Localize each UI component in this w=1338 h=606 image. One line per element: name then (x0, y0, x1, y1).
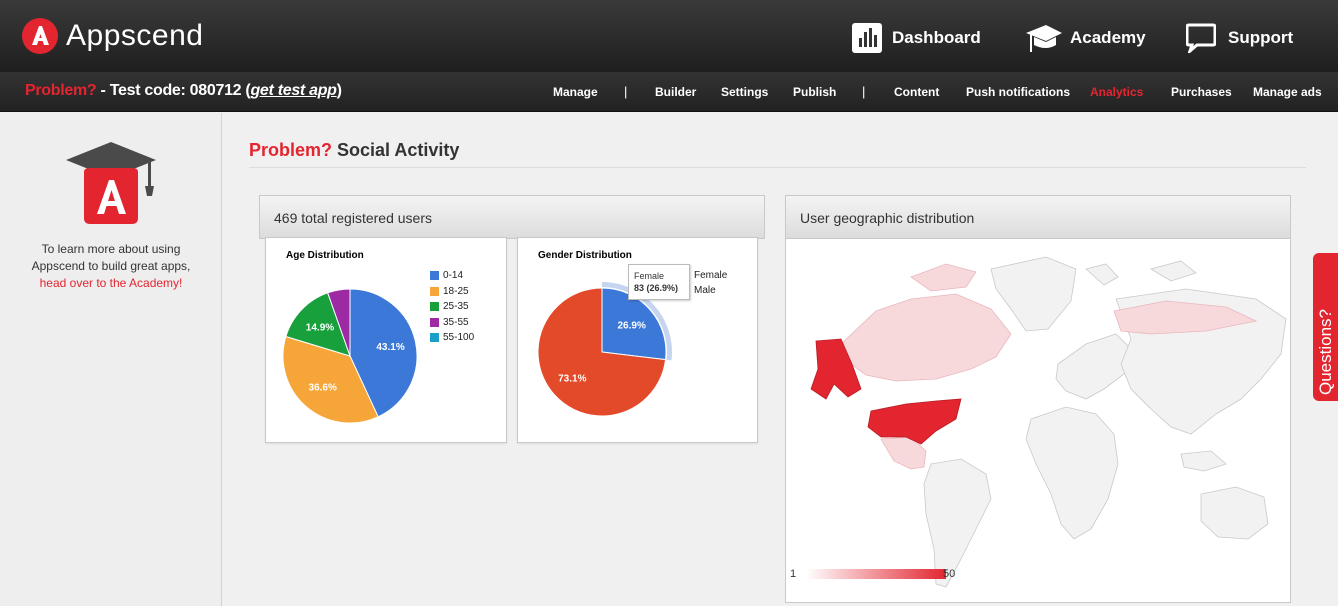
legend-item[interactable]: Male (694, 285, 716, 296)
pie-data-label: 14.9% (306, 322, 334, 333)
nav-dashboard-label: Dashboard (892, 28, 981, 47)
nav-academy-label: Academy (1070, 28, 1146, 47)
brand-name: Appscend (66, 19, 204, 52)
subnav-analytics[interactable]: Analytics (1090, 72, 1143, 112)
legend-label: 25-35 (443, 301, 469, 312)
academy-cap-icon (66, 142, 156, 224)
speech-bubble-icon (1186, 23, 1216, 53)
top-header: Appscend Dashboard Academy Support (0, 0, 1338, 72)
subnav-settings[interactable]: Settings (721, 72, 768, 112)
subnav-separator: | (624, 84, 628, 99)
subnav-builder[interactable]: Builder (655, 72, 696, 112)
geo-panel-header: User geographic distribution (785, 195, 1291, 239)
pie-data-label: 26.9% (618, 321, 646, 332)
map-region (910, 263, 977, 292)
legend-label: 0-14 (443, 270, 464, 281)
legend-item[interactable]: 55-100 (430, 332, 474, 343)
map-region (1180, 450, 1227, 472)
map-region (1025, 406, 1119, 540)
legend-label: Female (694, 270, 728, 281)
geo-map[interactable]: 1 50 (785, 238, 1291, 603)
legend-item[interactable]: 25-35 (430, 301, 469, 312)
page-title-app: Problem? (249, 140, 333, 160)
sub-header: Problem? - Test code: 080712 (get test a… (0, 72, 1338, 112)
map-scale-min: 1 (790, 568, 797, 580)
app-name: Problem? (25, 82, 97, 99)
get-test-app-link[interactable]: get test app (250, 82, 337, 99)
brand-logo[interactable]: Appscend (22, 18, 203, 54)
pie-data-label: 73.1% (558, 373, 586, 384)
legend-item[interactable]: Female (694, 270, 727, 281)
legend-swatch (430, 333, 439, 342)
test-code-text: - Test code: 080712 ( (96, 82, 251, 99)
nav-support-label: Support (1228, 28, 1294, 47)
legend-swatch (430, 317, 439, 327)
title-divider (249, 167, 1306, 168)
map-region (990, 256, 1077, 332)
academy-promo-line2: Appscend to build great apps, (31, 259, 191, 273)
sidebar: To learn more about using Appscend to bu… (0, 113, 222, 606)
subnav-purchases[interactable]: Purchases (1171, 72, 1232, 112)
map-scale-max: 50 (943, 568, 956, 580)
pie-data-label: 36.6% (309, 382, 337, 393)
legend-swatch (430, 286, 439, 296)
test-code-close: ) (336, 82, 342, 99)
chart-tooltip: Female 83 (26.9%) (628, 264, 690, 300)
geo-panel-title: User geographic distribution (800, 210, 975, 226)
map-region (1085, 263, 1119, 286)
nav-dashboard[interactable]: Dashboard (852, 18, 981, 58)
nav-support[interactable]: Support (1186, 18, 1293, 58)
questions-label: Questions? (1316, 309, 1335, 395)
bar-chart-icon (852, 23, 882, 53)
graduation-cap-icon (1026, 25, 1062, 52)
subnav-push-notifications[interactable]: Push notifications (966, 72, 1070, 112)
map-region (1055, 333, 1132, 400)
map-region (867, 398, 962, 445)
legend-label: 35-55 (443, 316, 469, 328)
subnav-manage[interactable]: Manage (553, 72, 598, 112)
legend-item[interactable]: 35-55 (430, 317, 469, 328)
world-map (810, 256, 1287, 588)
test-code-bar: Problem? - Test code: 080712 (get test a… (25, 82, 342, 100)
age-chart-box: Age Distribution 43.1% 36.6% 14.9% 0-14 18-… (265, 237, 507, 443)
subnav-publish[interactable]: Publish (793, 72, 836, 112)
academy-link[interactable]: head over to the Academy! (10, 275, 212, 292)
pie-data-label: 43.1% (376, 342, 404, 353)
subnav-content[interactable]: Content (894, 72, 939, 112)
legend-label: Male (694, 285, 716, 296)
subnav-manage-ads[interactable]: Manage ads (1253, 72, 1322, 112)
nav-academy[interactable]: Academy (1024, 18, 1146, 58)
map-region (1200, 486, 1269, 540)
legend-swatch (430, 271, 439, 280)
users-panel-header: 469 total registered users (259, 195, 765, 239)
legend-item[interactable]: 18-25 (430, 286, 469, 297)
questions-tab[interactable]: Questions? (1313, 253, 1338, 401)
legend-label: 18-25 (443, 285, 469, 297)
legend-swatch (430, 302, 439, 311)
appscend-logo-icon (22, 18, 58, 54)
map-region (840, 293, 1012, 382)
legend-label: 55-100 (443, 332, 475, 343)
academy-promo: To learn more about using Appscend to bu… (10, 241, 212, 292)
page-title-section: Social Activity (332, 140, 460, 160)
map-legend-gradient (806, 569, 946, 579)
map-region (1149, 260, 1197, 282)
subnav-separator: | (862, 84, 866, 99)
tooltip-series: Female (634, 271, 665, 281)
tooltip-value: 83 (26.9%) (634, 283, 679, 293)
academy-promo-line1: To learn more about using (41, 242, 181, 256)
legend-item[interactable]: 0-14 (430, 270, 463, 281)
page-title: Problem? Social Activity (249, 140, 459, 161)
users-panel-title: 469 total registered users (274, 210, 432, 226)
